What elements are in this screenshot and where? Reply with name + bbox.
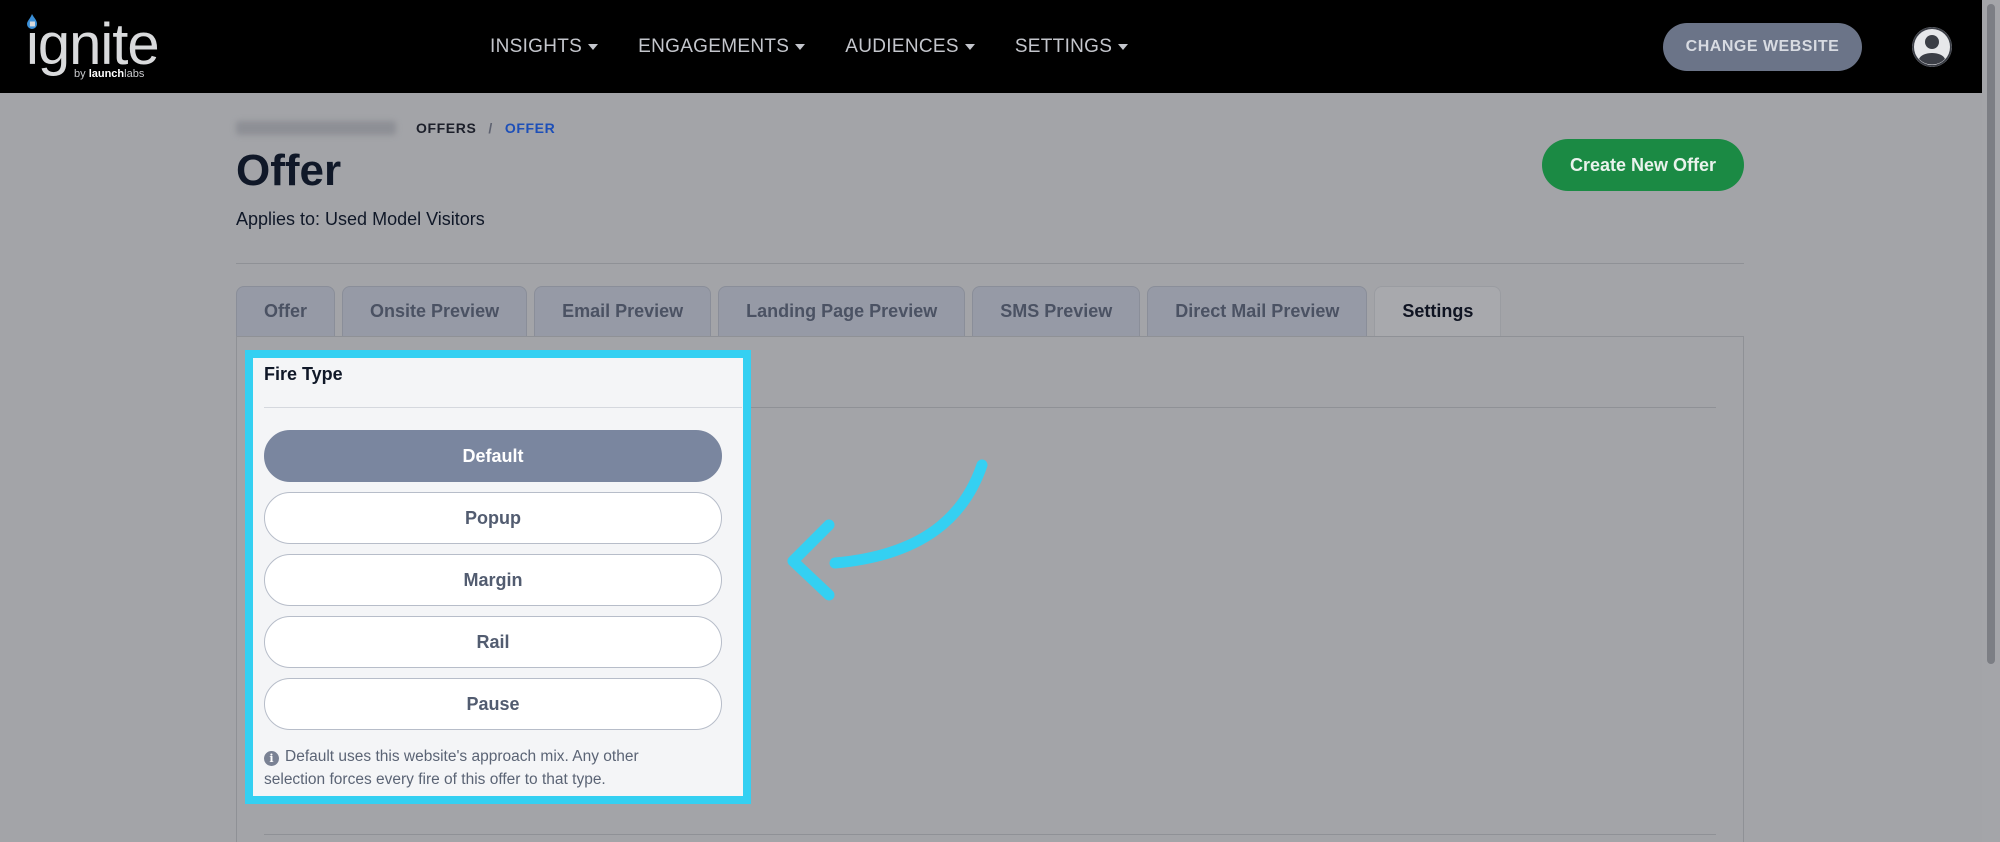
fire-type-help: i Default uses this website's approach mi… — [264, 745, 704, 791]
fire-type-option-default[interactable]: Default — [264, 430, 722, 482]
fire-type-title: Fire Type — [264, 364, 343, 384]
tab-offer[interactable]: Offer — [236, 286, 336, 336]
fire-type-option-margin[interactable]: Margin — [264, 554, 722, 606]
header-divider — [236, 263, 1744, 264]
breadcrumb-current: OFFER — [504, 120, 556, 136]
tab-onsite-preview[interactable]: Onsite Preview — [342, 286, 528, 336]
panel-divider-bottom — [264, 834, 1716, 835]
caret-down-icon — [1118, 44, 1129, 50]
user-circle-icon — [1912, 27, 1952, 67]
create-new-offer-button[interactable]: Create New Offer — [1542, 139, 1744, 191]
ignite-logo[interactable]: ignite by launchlabs — [26, 10, 176, 84]
tab-sms-preview[interactable]: SMS Preview — [972, 286, 1141, 336]
nav-settings[interactable]: SETTINGS — [1015, 36, 1129, 58]
main-menu: INSIGHTS ENGAGEMENTS AUDIENCES SETTINGS — [490, 36, 1129, 58]
redacted-website-name — [236, 121, 396, 135]
tab-email-preview[interactable]: Email Preview — [534, 286, 712, 336]
page-title: Offer — [236, 146, 342, 195]
nav-insights[interactable]: INSIGHTS — [490, 36, 599, 58]
user-avatar-icon[interactable] — [1912, 27, 1952, 67]
logo-wordmark: ignite — [26, 12, 160, 77]
breadcrumb-separator: / — [488, 120, 493, 136]
fire-type-divider — [264, 407, 742, 408]
tab-landing-page-preview[interactable]: Landing Page Preview — [718, 286, 966, 336]
tab-settings[interactable]: Settings — [1374, 286, 1502, 336]
breadcrumb: OFFERS / OFFER — [236, 120, 555, 136]
applies-to-text: Applies to: Used Model Visitors — [236, 209, 485, 229]
caret-down-icon — [588, 44, 599, 50]
breadcrumb-offers[interactable]: OFFERS — [416, 120, 476, 136]
caret-down-icon — [795, 44, 806, 50]
nav-audiences[interactable]: AUDIENCES — [845, 36, 975, 58]
change-website-button[interactable]: CHANGE WEBSITE — [1663, 23, 1862, 71]
info-circle-icon: i — [264, 751, 279, 766]
fire-type-help-text: Default uses this website's approach mix… — [264, 748, 639, 788]
tab-direct-mail-preview[interactable]: Direct Mail Preview — [1147, 286, 1368, 336]
offer-tabs: Offer Onsite Preview Email Preview Landi… — [236, 286, 1502, 336]
top-navbar: ignite by launchlabs INSIGHTS ENGAGEMENT… — [0, 0, 1982, 93]
curved-arrow-icon — [787, 459, 988, 601]
logo-tagline: by launchlabs — [74, 68, 145, 80]
fire-type-option-pause[interactable]: Pause — [264, 678, 722, 730]
fire-type-option-popup[interactable]: Popup — [264, 492, 722, 544]
page-scrollbar[interactable] — [1982, 0, 2000, 842]
scrollbar-thumb[interactable] — [1987, 4, 1995, 664]
nav-engagements[interactable]: ENGAGEMENTS — [638, 36, 806, 58]
caret-down-icon — [964, 44, 975, 50]
fire-type-option-rail[interactable]: Rail — [264, 616, 722, 668]
